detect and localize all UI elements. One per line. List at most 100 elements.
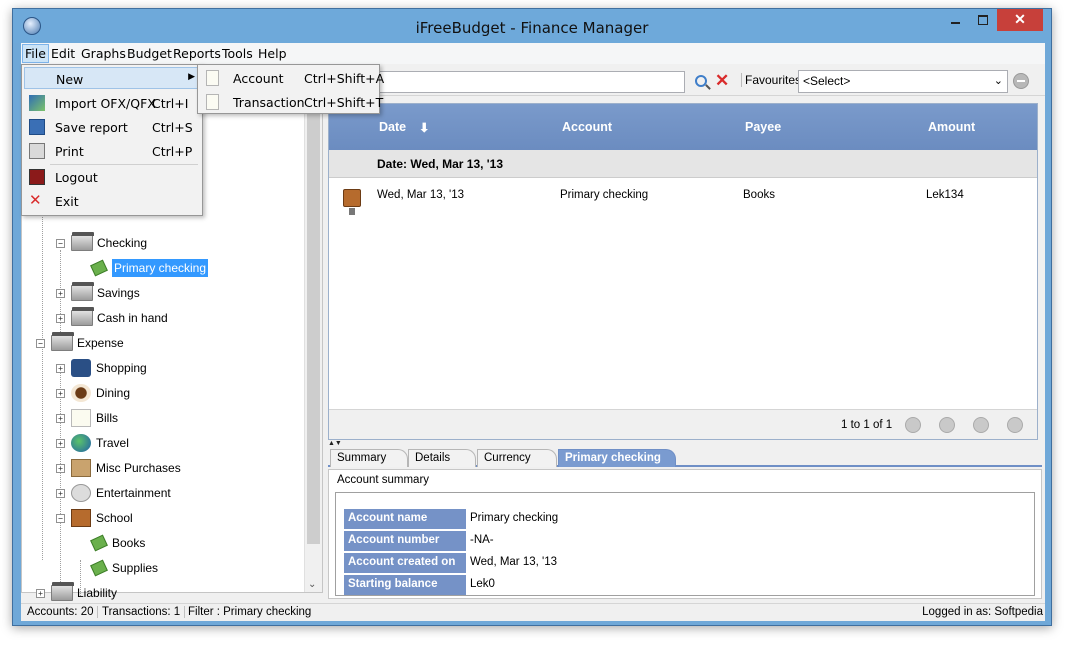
close-button[interactable]: ✕ [997,9,1043,31]
folder-icon [71,232,94,251]
menu-item-new-transaction[interactable]: Transaction Ctrl+Shift+T [200,91,383,113]
tree-label: Savings [97,286,140,300]
menu-budget[interactable]: Budget [127,46,172,61]
menu-reports[interactable]: Reports [173,46,221,61]
scrollbar-thumb[interactable] [307,114,320,544]
tab-primary-checking[interactable]: Primary checking [558,449,676,467]
menu-item-import[interactable]: Import OFX/QFX Ctrl+I [24,92,200,114]
expand-icon[interactable]: + [56,488,65,498]
menu-item-save-report[interactable]: Save report Ctrl+S [24,116,200,138]
tree-node-savings[interactable]: + Savings [56,282,140,303]
menu-label: Save report [55,120,128,135]
next-page-button[interactable] [973,417,989,433]
tree-node-school[interactable]: − School [56,508,133,528]
prev-page-button[interactable] [939,417,955,433]
tree-node-dining[interactable]: + Dining [56,383,130,403]
expand-icon[interactable]: + [56,313,65,323]
expand-icon[interactable]: + [56,388,65,398]
tab-currency[interactable]: Currency [477,449,557,467]
menu-label: New [56,72,84,87]
remove-favourite-icon[interactable] [1013,73,1029,89]
menu-item-print[interactable]: Print Ctrl+P [24,140,200,162]
expand-icon[interactable]: + [56,463,65,473]
tree-node-liability[interactable]: + Liability [36,582,118,603]
menu-tools[interactable]: Tools [222,46,253,61]
chevron-down-icon[interactable]: ⌄ [308,579,316,590]
splitter[interactable]: ▲▼ [328,440,1038,447]
tree-node-books[interactable]: Books [90,533,145,553]
school-icon [71,509,91,527]
tree-node-bills[interactable]: + Bills [56,408,118,428]
expand-icon[interactable]: + [56,288,65,298]
menu-shortcut: Ctrl+Shift+A [304,71,385,86]
search-input[interactable] [371,71,685,93]
menu-graphs[interactable]: Graphs [81,46,126,61]
tree-node-cash[interactable]: + Cash in hand [56,307,168,328]
tree-node-checking[interactable]: − Checking [56,232,148,253]
last-page-button[interactable] [1007,417,1023,433]
sort-down-icon[interactable]: ⬇ [419,120,429,135]
title-bar[interactable]: iFreeBudget - Finance Manager ✕ [13,9,1051,43]
money-icon [90,559,108,577]
detail-value: -NA- [470,534,494,546]
column-payee[interactable]: Payee [745,120,781,134]
menu-item-exit[interactable]: ✕ Exit [24,190,200,212]
file-menu: New ▶ Import OFX/QFX Ctrl+I Save report … [21,64,203,216]
import-icon [29,95,45,111]
tree-node-shopping[interactable]: + Shopping [56,358,147,378]
menu-item-new-account[interactable]: Account Ctrl+Shift+A [200,67,384,89]
expand-icon[interactable]: + [56,363,65,373]
tree-node-travel[interactable]: + Travel [56,433,129,453]
maximize-button[interactable] [969,9,997,31]
menu-separator [50,164,198,165]
tree-node-supplies[interactable]: Supplies [90,558,158,578]
expand-icon[interactable]: + [56,413,65,423]
detail-value: Primary checking [470,512,559,524]
menu-label: Logout [55,170,98,185]
document-icon [206,70,219,86]
print-icon [29,143,45,159]
tab-summary[interactable]: Summary [330,449,408,467]
basket-icon [71,359,91,377]
minimize-button[interactable] [941,9,969,31]
tab-details[interactable]: Details [408,449,476,467]
collapse-icon[interactable]: − [56,238,65,248]
cell-amount: Lek134 [926,189,964,201]
clear-search-icon[interactable]: ✕ [715,71,729,91]
status-bar: Accounts: 20 Transactions: 1 Filter : Pr… [21,603,1045,621]
detail-key: Starting balance [344,575,466,595]
table-row[interactable]: Wed, Mar 13, '13 Primary checking Books … [329,178,1037,215]
menu-label: Transaction [233,95,305,110]
folder-icon [71,282,94,301]
menu-edit[interactable]: Edit [51,46,75,61]
collapse-icon[interactable]: − [36,338,45,348]
status-filter: Filter : Primary checking [188,606,312,618]
tree-node-entertainment[interactable]: + Entertainment [56,483,171,503]
menu-item-new[interactable]: New ▶ [24,67,200,89]
pager: 1 to 1 of 1 [329,409,1037,439]
expand-icon[interactable]: + [56,438,65,448]
column-account[interactable]: Account [562,120,612,134]
tree-label: Checking [97,236,148,250]
menu-file[interactable]: File [22,44,49,63]
section-title: Account summary [337,474,430,486]
first-page-button[interactable] [905,417,921,433]
menu-shortcut: Ctrl+Shift+T [304,95,384,110]
tree-scrollbar[interactable]: ⌃ ⌄ [304,100,322,592]
collapse-icon[interactable]: − [56,513,65,523]
menu-help[interactable]: Help [258,46,287,61]
favourites-select[interactable]: <Select> ⌄ [798,70,1008,93]
tree-label: Cash in hand [97,311,168,325]
tree-node-expense[interactable]: − Expense [36,332,124,353]
column-amount[interactable]: Amount [928,120,975,134]
status-accounts: Accounts: 20 [23,606,99,618]
column-date[interactable]: Date [379,120,406,134]
menu-item-logout[interactable]: Logout [24,166,200,188]
tree-node-primary-checking[interactable]: Primary checking [90,258,209,278]
expand-icon[interactable]: + [36,588,45,598]
tree-label: Liability [77,586,118,600]
tree-label: Expense [77,336,124,350]
transactions-grid: Date ⬇ Account Payee Amount Date: Wed, M… [328,103,1038,440]
search-icon[interactable] [695,75,707,87]
tree-node-misc[interactable]: + Misc Purchases [56,458,181,478]
